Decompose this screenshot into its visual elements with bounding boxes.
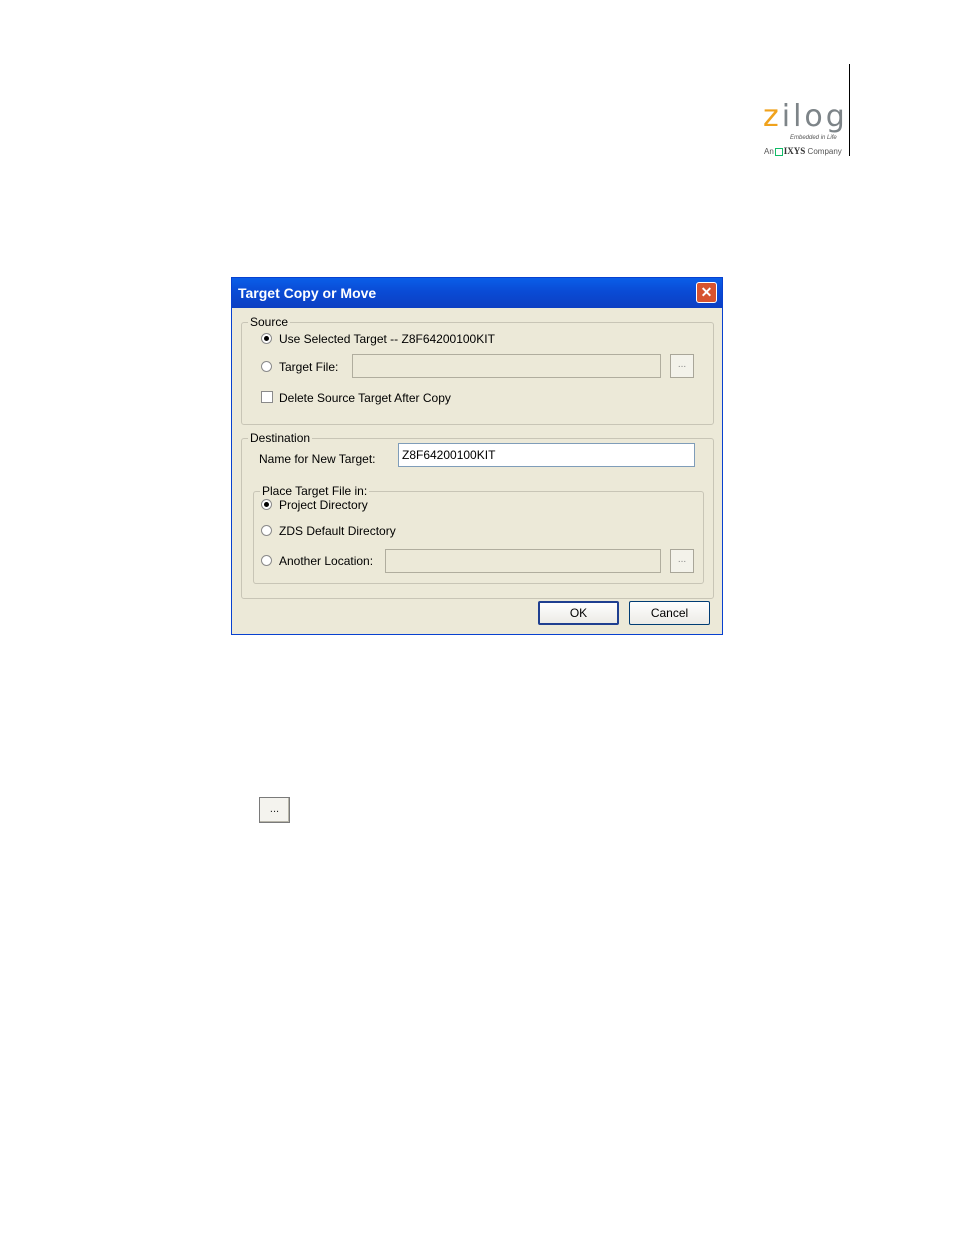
logo-company-line: An IXYS Company (764, 146, 842, 156)
close-button[interactable]: ✕ (696, 282, 717, 303)
target-file-label: Target File: (279, 360, 339, 374)
use-selected-target-label: Use Selected Target -- Z8F64200100KIT (279, 332, 495, 346)
use-selected-target-radio[interactable] (261, 333, 272, 344)
target-copy-dialog: Target Copy or Move ✕ Source Use Selecte… (231, 277, 723, 635)
target-file-browse-button[interactable]: ... (670, 354, 694, 378)
browse-button-sample: ... (259, 797, 290, 823)
delete-source-label: Delete Source Target After Copy (279, 391, 451, 405)
header-divider (849, 64, 850, 156)
dialog-title: Target Copy or Move (238, 285, 377, 301)
logo-tagline: Embedded in Life (790, 135, 837, 141)
another-location-label: Another Location: (279, 554, 374, 568)
target-file-radio[interactable] (261, 361, 272, 372)
project-directory-label: Project Directory (279, 498, 368, 512)
project-directory-radio[interactable] (261, 499, 272, 510)
cancel-button[interactable]: Cancel (629, 601, 710, 625)
another-location-browse-button[interactable]: ... (670, 549, 694, 573)
target-file-input[interactable] (352, 354, 661, 378)
another-location-radio[interactable] (261, 555, 272, 566)
logo-wordmark: zilog (763, 99, 848, 134)
zds-default-directory-label: ZDS Default Directory (279, 524, 396, 538)
new-target-name-input[interactable] (398, 443, 695, 467)
place-target-legend: Place Target File in: (262, 484, 368, 498)
ixys-square-icon (774, 147, 783, 156)
dialog-body: Source Use Selected Target -- Z8F6420010… (235, 308, 719, 631)
zds-default-directory-radio[interactable] (261, 525, 272, 536)
source-legend: Source (250, 315, 289, 329)
destination-legend: Destination (250, 431, 311, 445)
ok-button[interactable]: OK (538, 601, 619, 625)
delete-source-checkbox[interactable] (261, 391, 273, 403)
zilog-logo: zilog Embedded in Life An IXYS Company (760, 100, 850, 160)
dialog-titlebar[interactable]: Target Copy or Move ✕ (232, 278, 722, 308)
close-icon: ✕ (700, 284, 713, 300)
new-target-name-label: Name for New Target: (259, 452, 376, 466)
another-location-input[interactable] (385, 549, 661, 573)
